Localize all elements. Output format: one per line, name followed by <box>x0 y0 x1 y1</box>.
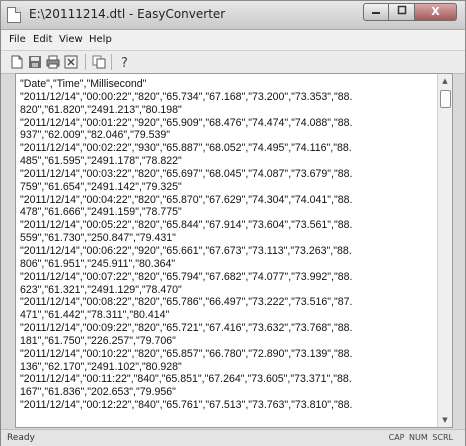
status-bar: Ready CAP NUM SCRL <box>1 429 465 446</box>
app-window: E:\20111214.dtl - EasyConverter X File E… <box>0 0 466 446</box>
text-line: 623","61.321","2491.129","78.470" <box>20 283 182 296</box>
document-text[interactable]: "Date","Time","Millisecond" "2011/12/14",… <box>20 78 438 422</box>
scroll-down-icon[interactable]: ▼ <box>440 415 450 425</box>
toolbar: ? <box>1 51 465 74</box>
document-app-icon <box>7 7 21 23</box>
text-line: "2011/12/14","00:04:22","820","65.870","… <box>20 193 353 206</box>
menu-file[interactable]: File <box>9 34 26 45</box>
text-line: "2011/12/14","00:12:22","840","65.761","… <box>20 399 353 412</box>
text-line: 559","61.730","250.847","79.431" <box>20 232 176 245</box>
text-line: "2011/12/14","00:06:22","920","65.661","… <box>20 244 352 257</box>
text-line: "Date","Time","Millisecond" <box>20 78 147 90</box>
text-line: 759","61.654","2491.142","79.325" <box>20 180 182 193</box>
menu-bar: File Edit View Help <box>1 30 465 51</box>
text-line: "2011/12/14","00:00:22","820","65.734","… <box>20 90 353 103</box>
text-line: 136","62.170","2491.102","80.928" <box>20 360 182 373</box>
menu-edit[interactable]: Edit <box>33 34 52 45</box>
print-icon[interactable] <box>45 54 61 70</box>
text-line: 478","61.666","2491.159","78.775" <box>20 206 182 219</box>
text-line: 485","61.595","2491.178","78.822" <box>20 155 182 168</box>
text-line: "2011/12/14","00:01:22","920","65.909","… <box>20 116 353 129</box>
close-document-icon[interactable] <box>63 54 79 70</box>
text-line: 937","62.009","82.046","79.539" <box>20 129 171 142</box>
status-text: Ready <box>7 433 35 443</box>
text-line: "2011/12/14","00:05:22","820","65.844","… <box>20 219 353 232</box>
save-icon[interactable] <box>27 54 43 70</box>
copy-icon[interactable] <box>91 54 107 70</box>
toolbar-separator <box>85 54 86 70</box>
text-line: "2011/12/14","00:11:22","840","65.851","… <box>20 373 352 386</box>
text-line: 806","61.951","245.911","80.364" <box>20 257 176 270</box>
text-line: 471","61.442","78.311","80.414" <box>20 309 170 322</box>
menu-help[interactable]: Help <box>89 34 112 45</box>
text-line: "2011/12/14","00:02:22","930","65.887","… <box>20 142 352 155</box>
toolbar-separator <box>111 54 112 70</box>
text-line: 820","61.820","2491.213","80.198" <box>20 103 182 116</box>
help-icon[interactable]: ? <box>117 54 133 71</box>
text-line: "2011/12/14","00:07:22","820","65.794","… <box>20 270 353 283</box>
window-title: E:\20111214.dtl - EasyConverter <box>29 7 226 21</box>
new-document-icon[interactable] <box>9 54 25 70</box>
maximize-icon[interactable] <box>389 3 415 21</box>
menu-view[interactable]: View <box>59 34 83 45</box>
title-bar[interactable]: E:\20111214.dtl - EasyConverter X <box>1 1 465 30</box>
text-line: "2011/12/14","00:08:22","820","65.786","… <box>20 296 353 309</box>
keyboard-indicators: CAP NUM SCRL <box>388 433 453 442</box>
document-view[interactable]: "Date","Time","Millisecond" "2011/12/14",… <box>15 73 453 428</box>
vertical-scrollbar[interactable]: ▲ ▼ <box>437 74 452 427</box>
scroll-up-icon[interactable]: ▲ <box>440 76 450 86</box>
text-line: 181","61.750","226.257","79.706" <box>20 334 176 347</box>
text-line: "2011/12/14","00:09:22","820","65.721","… <box>20 322 353 335</box>
minimize-icon[interactable] <box>363 3 389 21</box>
text-line: "2011/12/14","00:03:22","820","65.697","… <box>20 167 353 180</box>
text-line: "2011/12/14","00:10:22","820","65.857","… <box>20 347 353 360</box>
window-controls: X <box>363 3 457 23</box>
svg-text:?: ? <box>121 56 128 70</box>
close-icon[interactable]: X <box>415 3 457 21</box>
scroll-thumb[interactable] <box>440 90 451 108</box>
text-line: 167","61.836","202.653","79.956" <box>20 386 176 399</box>
